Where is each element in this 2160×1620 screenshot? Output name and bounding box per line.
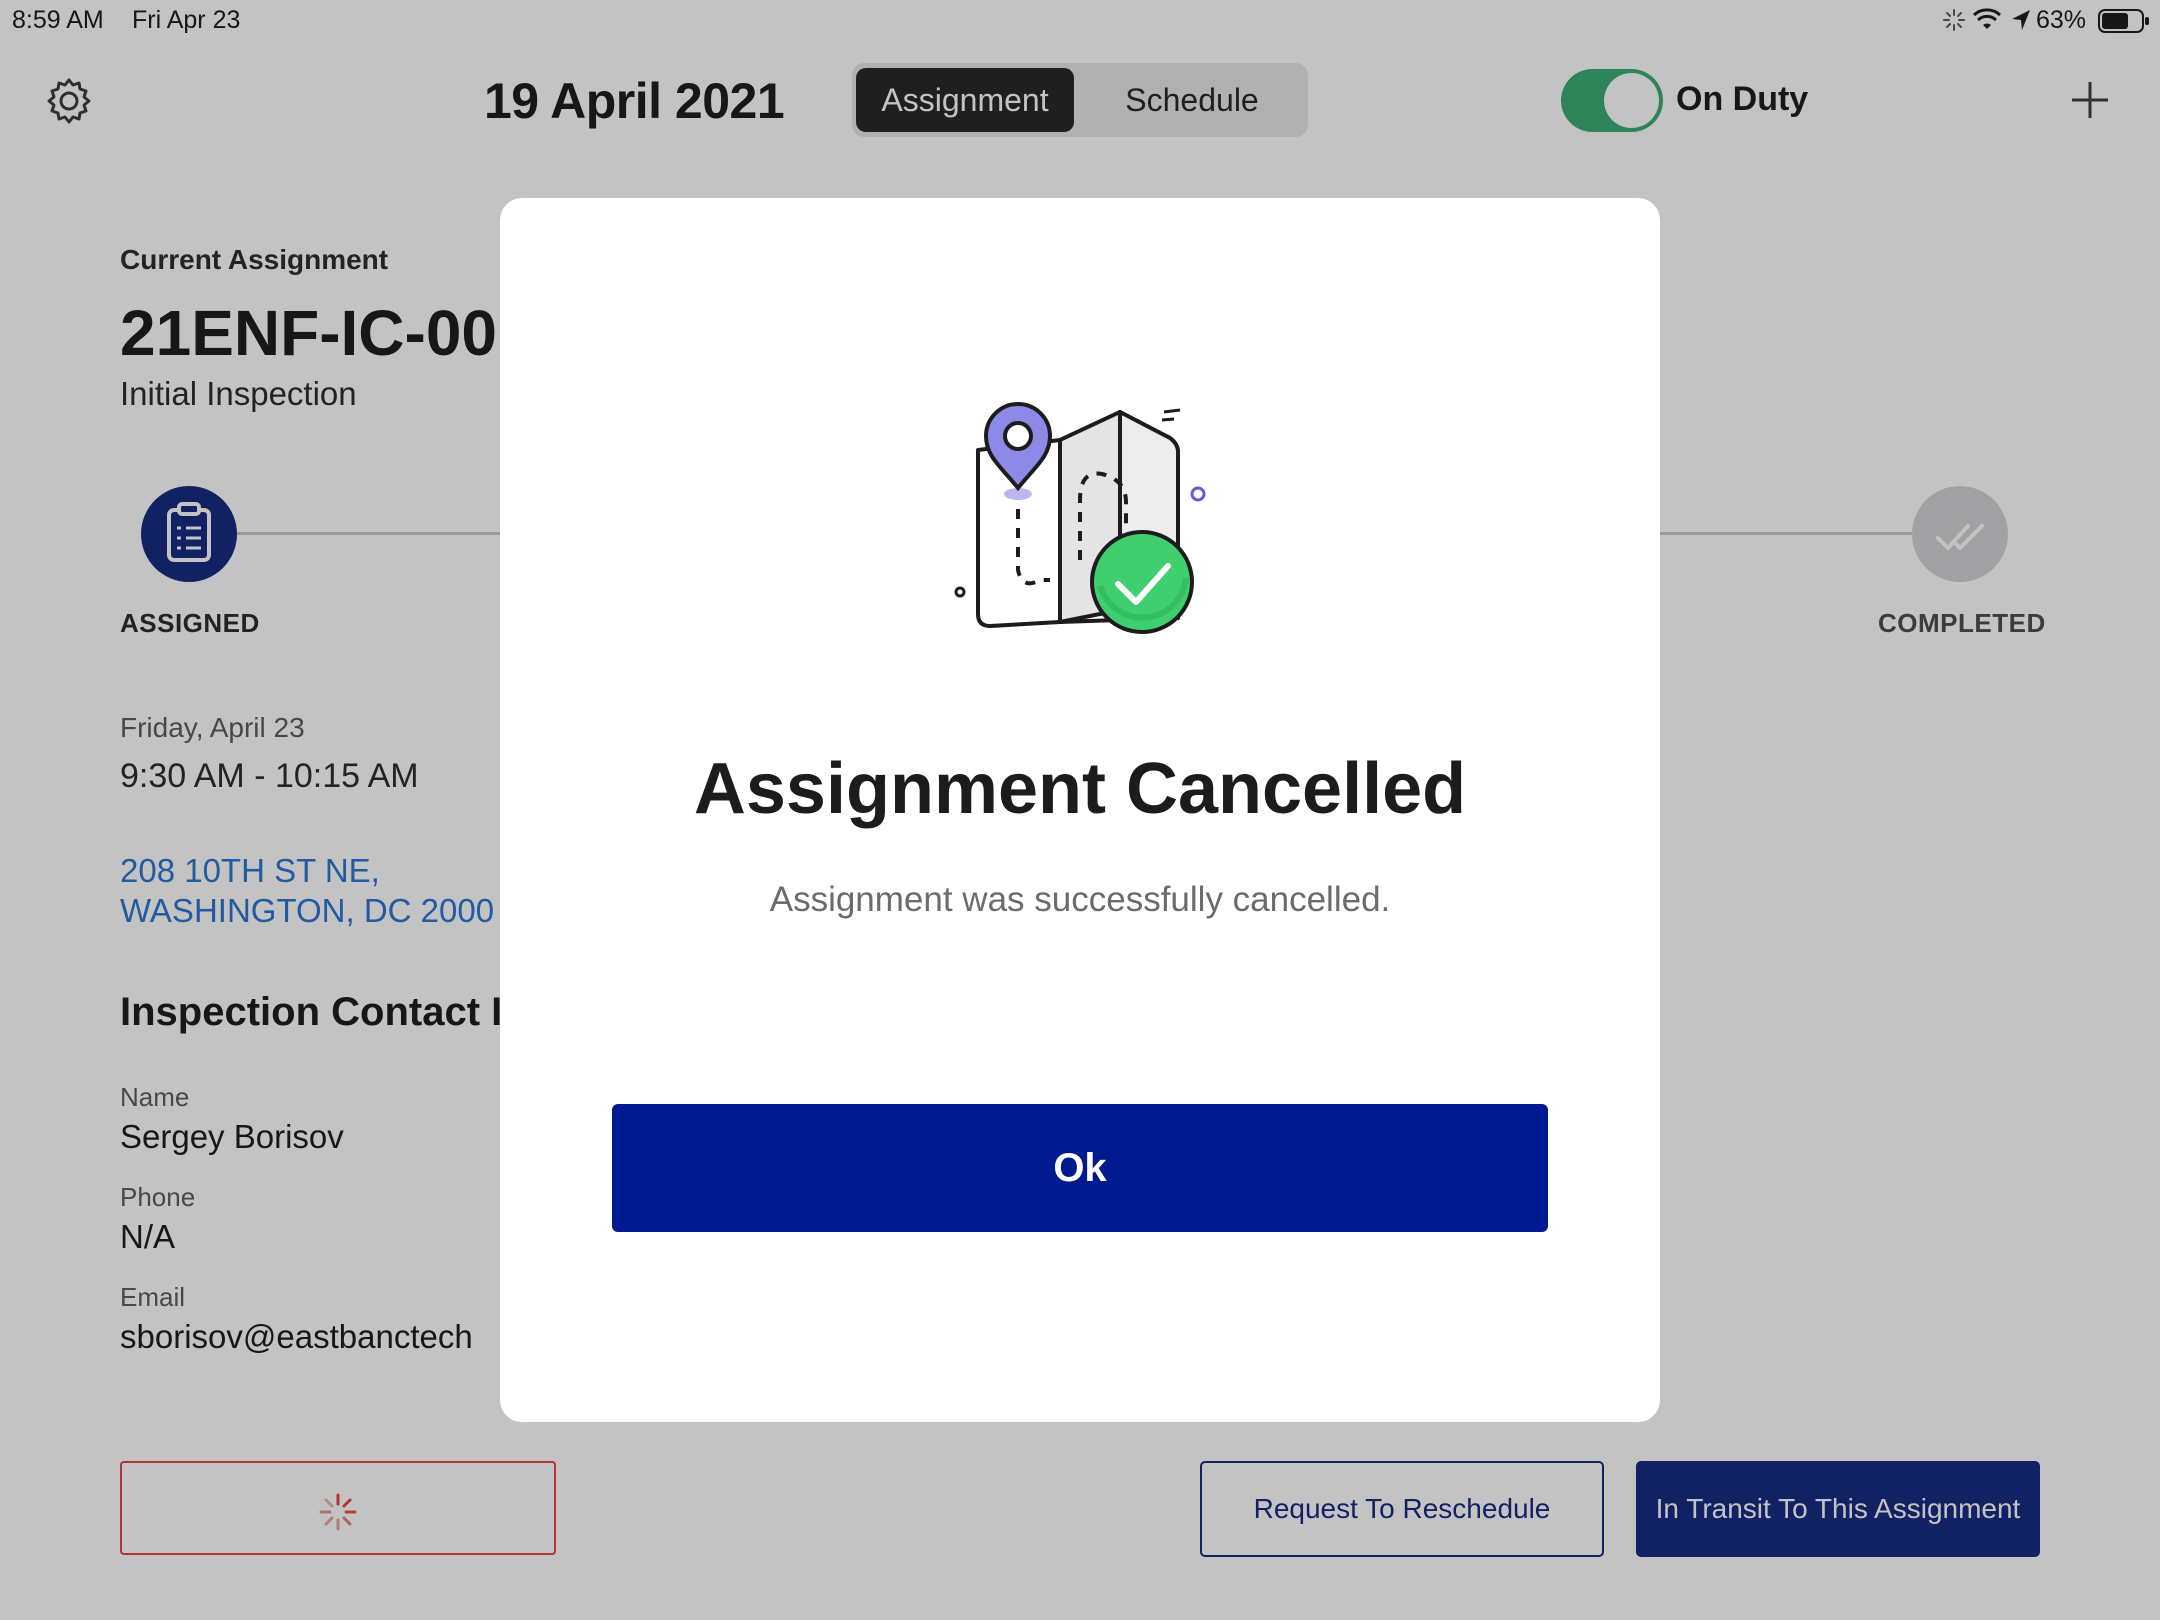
ok-button[interactable]: Ok: [612, 1104, 1548, 1232]
dialog-message: Assignment was successfully cancelled.: [769, 880, 1391, 919]
map-checkmark-illustration: [930, 390, 1230, 650]
dialog-title: Assignment Cancelled: [693, 749, 1467, 829]
